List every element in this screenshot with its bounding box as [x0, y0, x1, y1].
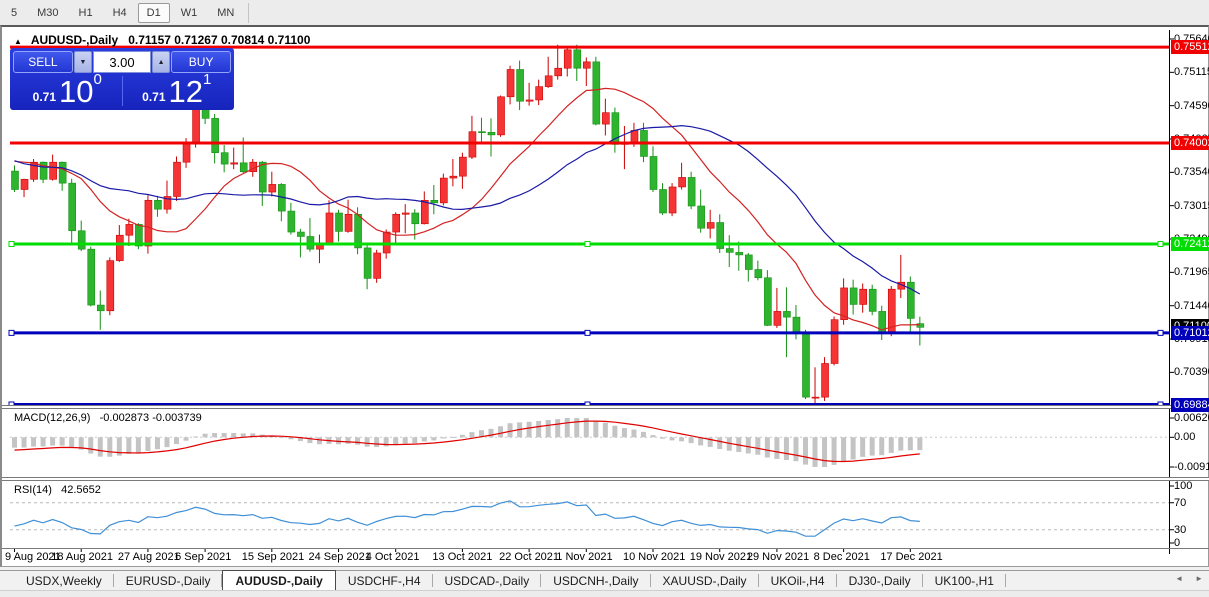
timeframe-button-m30[interactable]: M30 [28, 3, 67, 23]
date-axis-label: 24 Sep 2021 [309, 551, 371, 563]
chart-tab-eurusd-daily[interactable]: EURUSD-,Daily [114, 571, 223, 590]
rsi-axis-tick: 70 [1174, 497, 1186, 510]
price-axis-tick: 0.71965 [1174, 266, 1209, 279]
toolbar-separator [248, 3, 249, 23]
price-axis-tick: 0.71440 [1174, 300, 1209, 313]
buy-price-display[interactable]: 0.71 12 1 [123, 74, 232, 108]
one-click-trade-panel: SELL ▼ 3.00 ▲ BUY 0.71 10 0 0.71 12 1 [10, 48, 234, 110]
macd-axis-tick: -0.009197 [1174, 461, 1209, 474]
timeframe-toolbar: 5M30H1H4D1W1MN [0, 0, 1209, 25]
hline-price-label: 0.69884 [1171, 398, 1209, 412]
chart-ohlc-values: 0.71157 0.71267 0.70814 0.71100 [128, 33, 310, 47]
timeframe-button-d1[interactable]: D1 [138, 3, 170, 23]
macd-indicator-label: MACD(12,26,9) -0.002873 -0.003739 [14, 412, 202, 424]
date-axis-separator [2, 548, 1209, 549]
lot-size-input[interactable]: 3.00 [93, 51, 151, 73]
macd-axis-tick: 0.00 [1174, 431, 1195, 444]
chart-tab-xauusd-daily[interactable]: XAUUSD-,Daily [651, 571, 759, 590]
date-axis-label: 10 Nov 2021 [623, 551, 685, 563]
tab-scroll-right-icon[interactable]: ► [1193, 572, 1205, 585]
buy-price-pips: 12 [169, 78, 203, 106]
rsi-axis-tick: 0 [1174, 537, 1180, 550]
chart-tab-dj30-daily[interactable]: DJ30-,Daily [837, 571, 923, 590]
chart-tab-usdcad-daily[interactable]: USDCAD-,Daily [433, 571, 542, 590]
hline-handle[interactable] [9, 330, 14, 335]
chart-tab-usdchf-h4[interactable]: USDCHF-,H4 [336, 571, 433, 590]
timeframe-button-5[interactable]: 5 [2, 3, 26, 23]
chart-tab-uk100-h1[interactable]: UK100-,H1 [923, 571, 1006, 590]
hline-price-label: 0.71012 [1171, 326, 1209, 340]
date-axis-label: 29 Nov 2021 [747, 551, 809, 563]
hline-handle[interactable] [9, 241, 14, 246]
tab-scroll-left-icon[interactable]: ◄ [1173, 572, 1185, 585]
hline-price-label: 0.74002 [1171, 136, 1209, 150]
buy-button[interactable]: BUY [171, 51, 231, 73]
sell-price-pips: 10 [59, 78, 93, 106]
tab-scroll-nav: ◄ ► [1173, 572, 1205, 585]
lot-increase-button[interactable]: ▲ [152, 51, 170, 73]
chart-tab-usdx-weekly[interactable]: USDX,Weekly [14, 571, 114, 590]
date-axis-label: 17 Dec 2021 [880, 551, 942, 563]
sell-button[interactable]: SELL [13, 51, 73, 73]
sell-price-prefix: 0.71 [33, 90, 56, 104]
hline-handle[interactable] [585, 330, 590, 335]
rsi-pane-separator[interactable] [2, 477, 1209, 481]
date-axis-label: 1 Nov 2021 [556, 551, 612, 563]
price-axis-tick: 0.73540 [1174, 166, 1209, 179]
chart-tab-bar: USDX,WeeklyEURUSD-,DailyAUDUSD-,DailyUSD… [0, 570, 1209, 590]
hline-price-label: 0.75512 [1171, 40, 1209, 54]
buy-price-point: 1 [203, 72, 211, 87]
date-axis-label: 4 Oct 2021 [366, 551, 420, 563]
status-bar [0, 590, 1209, 597]
date-axis-label: 6 Sep 2021 [175, 551, 231, 563]
timeframe-button-h1[interactable]: H1 [70, 3, 102, 23]
price-axis-tick: 0.73015 [1174, 200, 1209, 213]
sell-price-point: 0 [94, 72, 102, 87]
chart-symbol-title: AUDUSD-,Daily [31, 33, 118, 47]
chart-tab-audusd-daily[interactable]: AUDUSD-,Daily [222, 570, 335, 590]
price-axis-tick: 0.70390 [1174, 366, 1209, 379]
collapse-panel-icon[interactable]: ▲ [14, 37, 22, 46]
date-axis-label: 27 Aug 2021 [118, 551, 180, 563]
timeframe-button-h4[interactable]: H4 [104, 3, 136, 23]
rsi-indicator-label: RSI(14) 42.5652 [14, 484, 101, 496]
date-axis-label: 13 Oct 2021 [432, 551, 492, 563]
rsi-axis-tick: 100 [1174, 480, 1192, 493]
date-axis-label: 15 Sep 2021 [242, 551, 304, 563]
hline-handle[interactable] [585, 241, 590, 246]
chart-window[interactable]: ▲ AUDUSD-,Daily 0.71157 0.71267 0.70814 … [0, 25, 1209, 567]
chart-title-row: ▲ AUDUSD-,Daily 0.71157 0.71267 0.70814 … [14, 33, 310, 47]
chart-tab-ukoil-h4[interactable]: UKOil-,H4 [759, 571, 837, 590]
macd-axis-tick: 0.006201 [1174, 412, 1209, 425]
price-axis-tick: 0.74590 [1174, 100, 1209, 113]
timeframe-button-mn[interactable]: MN [208, 3, 243, 23]
buy-price-prefix: 0.71 [142, 90, 165, 104]
chart-tab-usdcnh-daily[interactable]: USDCNH-,Daily [541, 571, 650, 590]
hline-handle[interactable] [1158, 330, 1163, 335]
date-axis-label: 22 Oct 2021 [499, 551, 559, 563]
hline-handle[interactable] [1158, 241, 1163, 246]
macd-pane-separator[interactable] [2, 405, 1209, 409]
date-axis-label: 19 Nov 2021 [690, 551, 752, 563]
timeframe-button-w1[interactable]: W1 [172, 3, 207, 23]
mt4-application: 5M30H1H4D1W1MN ▲ AUDUSD-,Daily 0.71157 0… [0, 0, 1209, 597]
date-axis-label: 18 Aug 2021 [51, 551, 113, 563]
sell-price-display[interactable]: 0.71 10 0 [13, 74, 122, 108]
lot-decrease-button[interactable]: ▼ [74, 51, 92, 73]
price-axis-tick: 0.75115 [1174, 66, 1209, 79]
hline-price-label: 0.72412 [1171, 237, 1209, 251]
rsi-axis-tick: 30 [1174, 524, 1186, 537]
date-axis-label: 8 Dec 2021 [814, 551, 870, 563]
